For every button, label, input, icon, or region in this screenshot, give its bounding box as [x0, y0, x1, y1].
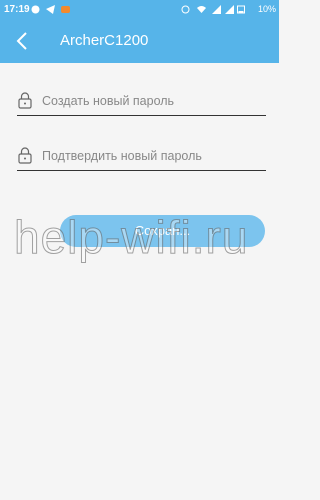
- status-time: 17:19: [4, 4, 30, 15]
- signal-icon: [225, 5, 234, 14]
- battery-icon: [237, 5, 245, 14]
- lock-icon: [18, 147, 32, 164]
- new-password-input[interactable]: [42, 92, 262, 110]
- page-title: ArcherC1200: [60, 32, 149, 49]
- silent-mode-icon: [31, 5, 40, 14]
- lock-icon: [18, 92, 32, 109]
- wifi-icon: [197, 6, 206, 13]
- confirm-password-input[interactable]: [42, 147, 262, 165]
- alarm-icon: [181, 5, 190, 14]
- notification-icon: [61, 6, 70, 13]
- new-password-field[interactable]: [17, 89, 266, 116]
- confirm-password-field[interactable]: [17, 144, 266, 171]
- chevron-left-icon[interactable]: [14, 31, 32, 51]
- app-bar: ArcherC1200: [0, 19, 279, 63]
- status-bar: 17:19 10%: [0, 0, 279, 19]
- signal-icon: [212, 5, 221, 14]
- watermark: help-wifi.ru: [13, 211, 249, 264]
- telegram-icon: [46, 5, 55, 14]
- battery-level: 10%: [258, 4, 277, 14]
